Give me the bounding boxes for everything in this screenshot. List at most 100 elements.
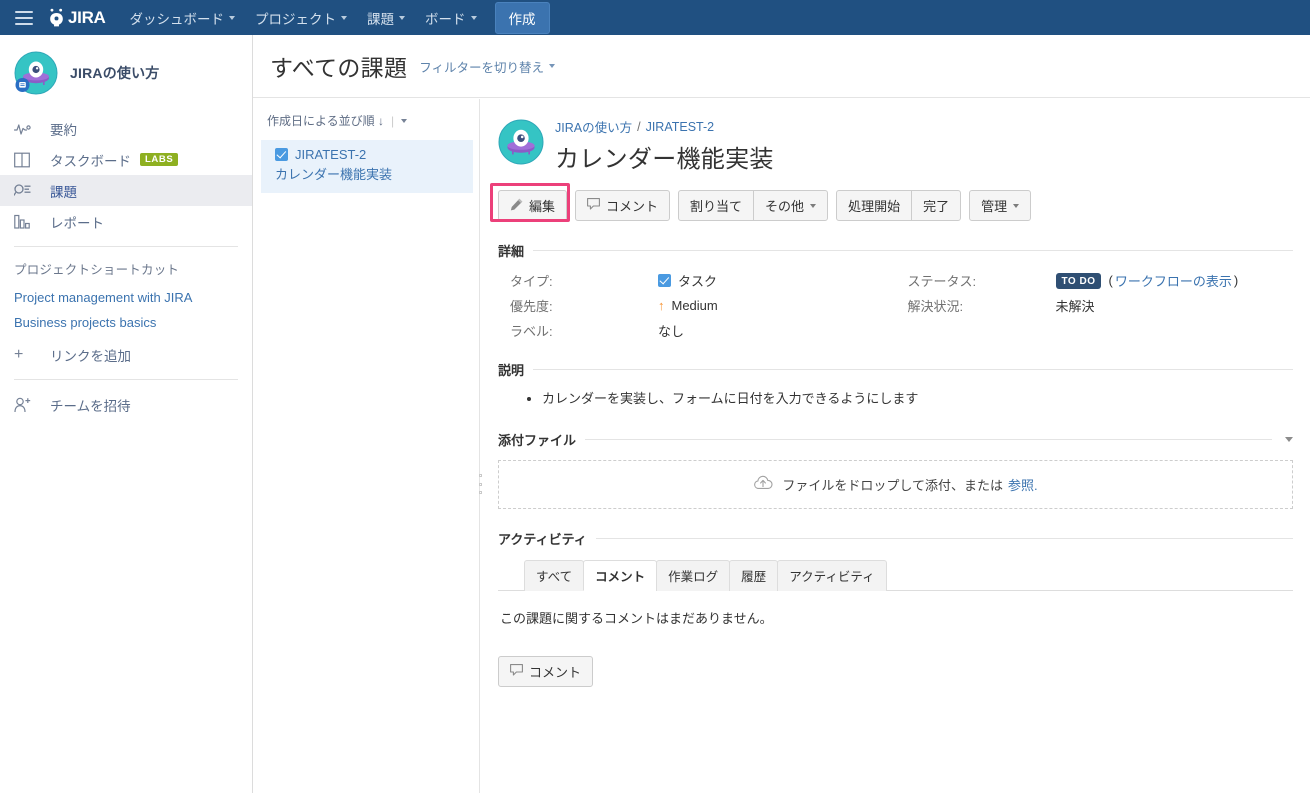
no-comments-message: この課題に関するコメントはまだありません。 <box>498 608 1293 627</box>
tab-worklog[interactable]: 作業ログ <box>656 560 730 591</box>
project-name: JIRAの使い方 <box>70 63 160 83</box>
start-progress-button[interactable]: 処理開始 <box>836 190 912 221</box>
top-navigation-bar: JIRA ダッシュボード プロジェクト 課題 ボード 作成 <box>0 0 1310 35</box>
sidebar-item-taskboard[interactable]: タスクボード LABS <box>0 144 252 175</box>
nav-item-boards-label: ボード <box>425 8 466 28</box>
sidebar-item-invite-team[interactable]: チームを招待 <box>0 389 252 420</box>
sidebar-item-invite-team-label: チームを招待 <box>50 395 131 415</box>
description-bullet: カレンダーを実装し、フォームに日付を入力できるようにします <box>542 389 1293 410</box>
issue-project-avatar <box>498 119 544 165</box>
tab-comments[interactable]: コメント <box>583 560 657 591</box>
tab-history[interactable]: 履歴 <box>729 560 778 591</box>
project-avatar <box>14 51 58 95</box>
issue-detail-panel: JIRAの使い方 / JIRATEST-2 カレンダー機能実装 <box>481 99 1310 793</box>
description-section-header: 説明 <box>498 360 1293 379</box>
description-body: カレンダーを実装し、フォームに日付を入力できるようにします <box>498 389 1293 410</box>
add-comment-button[interactable]: コメント <box>498 656 593 687</box>
admin-button-group: 管理 <box>969 190 1031 221</box>
sidebar-item-reports-label: レポート <box>50 212 104 232</box>
issue-detail-header-text: JIRAの使い方 / JIRATEST-2 カレンダー機能実装 <box>555 117 774 174</box>
jira-mark-icon <box>48 8 65 27</box>
add-comment-action: コメント <box>498 656 1293 687</box>
drag-dot <box>479 491 482 494</box>
jira-logo[interactable]: JIRA <box>48 8 106 28</box>
comment-button-label: コメント <box>606 196 658 215</box>
assign-button[interactable]: 割り当て <box>678 190 754 221</box>
issue-list-panel: 作成日による並び順 ↓ | JIRATEST-2 カレンダー機能実装 <box>253 99 480 793</box>
issue-list-item-key-row: JIRATEST-2 <box>275 147 463 162</box>
more-actions-button[interactable]: その他 <box>753 190 828 221</box>
comment-icon <box>510 664 523 679</box>
details-field-grid: タイプ: タスク ステータス: TO DO ( ワークフローの表示 ) 優先度: <box>498 271 1293 340</box>
nav-item-projects[interactable]: プロジェクト <box>246 1 356 35</box>
nav-item-boards[interactable]: ボード <box>416 1 486 35</box>
attachment-dropzone[interactable]: ファイルをドロップして添付、または 参照. <box>498 460 1293 509</box>
resolution-field-value: 未解決 <box>1056 296 1294 315</box>
nav-item-dashboard[interactable]: ダッシュボード <box>121 1 245 35</box>
description-section-title: 説明 <box>498 360 524 379</box>
workflow-open-paren: ( <box>1108 273 1112 288</box>
nav-item-projects-label: プロジェクト <box>255 8 336 28</box>
project-header[interactable]: JIRAの使い方 <box>0 35 252 111</box>
admin-button[interactable]: 管理 <box>969 190 1031 221</box>
type-field-text: タスク <box>678 271 717 290</box>
add-comment-button-label: コメント <box>529 662 581 681</box>
sidebar-item-issues[interactable]: 課題 <box>0 175 252 206</box>
sidebar-item-summary[interactable]: 要約 <box>0 113 252 144</box>
sidebar-nav-list: 要約 タスクボード LABS <box>0 113 252 237</box>
activity-section-header: アクティビティ <box>498 529 1293 548</box>
panel-resize-handle[interactable] <box>474 472 486 496</box>
section-rule <box>596 538 1293 539</box>
attachment-dropzone-text: ファイルをドロップして添付、または <box>782 475 1003 494</box>
edit-button[interactable]: 編集 <box>498 190 567 221</box>
attachments-collapse-chevron-down-icon[interactable] <box>1285 437 1293 442</box>
jira-logo-text: JIRA <box>68 8 106 28</box>
plus-icon: + <box>14 345 36 365</box>
description-section: 説明 カレンダーを実装し、フォームに日付を入力できるようにします <box>498 360 1293 410</box>
sort-divider: | <box>391 114 394 128</box>
view-workflow-link[interactable]: ワークフローの表示 <box>1115 271 1232 290</box>
breadcrumb-project-link[interactable]: JIRAの使い方 <box>555 117 632 136</box>
issues-search-icon <box>14 181 36 201</box>
page-header: すべての課題 フィルターを切り替え <box>253 35 1310 98</box>
sidebar-item-reports[interactable]: レポート <box>0 206 252 237</box>
issue-list-item-summary: カレンダー機能実装 <box>275 166 463 184</box>
start-progress-button-label: 処理開始 <box>848 196 900 215</box>
filter-switcher-label: フィルターを切り替え <box>419 57 544 76</box>
browse-files-link[interactable]: 参照. <box>1008 475 1038 494</box>
task-checkbox-icon <box>658 274 671 287</box>
workflow-close-paren: ) <box>1234 273 1238 288</box>
nav-item-issues[interactable]: 課題 <box>358 1 414 35</box>
workflow-button-group: 処理開始 完了 <box>836 190 961 221</box>
sidebar-divider-1 <box>14 246 238 247</box>
attachments-section-title: 添付ファイル <box>498 430 576 449</box>
comment-button[interactable]: コメント <box>575 190 670 221</box>
breadcrumb: JIRAの使い方 / JIRATEST-2 <box>555 117 774 136</box>
sidebar-item-add-link[interactable]: + リンクを追加 <box>0 339 252 370</box>
done-button[interactable]: 完了 <box>911 190 961 221</box>
tab-all[interactable]: すべて <box>524 560 584 591</box>
chevron-down-icon <box>399 16 405 20</box>
sidebar-item-issues-label: 課題 <box>50 181 77 201</box>
activity-section-title: アクティビティ <box>498 529 587 548</box>
create-button[interactable]: 作成 <box>495 2 550 34</box>
hamburger-icon[interactable] <box>10 7 38 29</box>
issue-list-item[interactable]: JIRATEST-2 カレンダー機能実装 <box>261 140 473 193</box>
status-field-value: TO DO ( ワークフローの表示 ) <box>1056 271 1294 290</box>
bar-chart-icon <box>14 212 36 232</box>
priority-field-value: ↑ Medium <box>658 296 896 315</box>
task-checkbox-icon <box>275 148 288 161</box>
sort-order-label[interactable]: 作成日による並び順 ↓ <box>267 112 384 129</box>
shortcut-link-business-projects[interactable]: Business projects basics <box>0 310 252 335</box>
chevron-down-icon <box>341 16 347 20</box>
sort-options-chevron-down-icon[interactable] <box>401 119 407 123</box>
tab-activity[interactable]: アクティビティ <box>777 560 886 591</box>
ufo-avatar-icon <box>498 119 544 165</box>
issue-title: カレンダー機能実装 <box>555 139 774 174</box>
drag-dot <box>479 474 482 477</box>
shortcut-link-project-management[interactable]: Project management with JIRA <box>0 285 252 310</box>
activity-tabs: すべて コメント 作業ログ 履歴 アクティビティ <box>498 559 1293 591</box>
breadcrumb-issue-key-link[interactable]: JIRATEST-2 <box>646 120 715 134</box>
filter-switcher[interactable]: フィルターを切り替え <box>419 57 555 76</box>
status-field-label: ステータス: <box>896 271 1056 290</box>
